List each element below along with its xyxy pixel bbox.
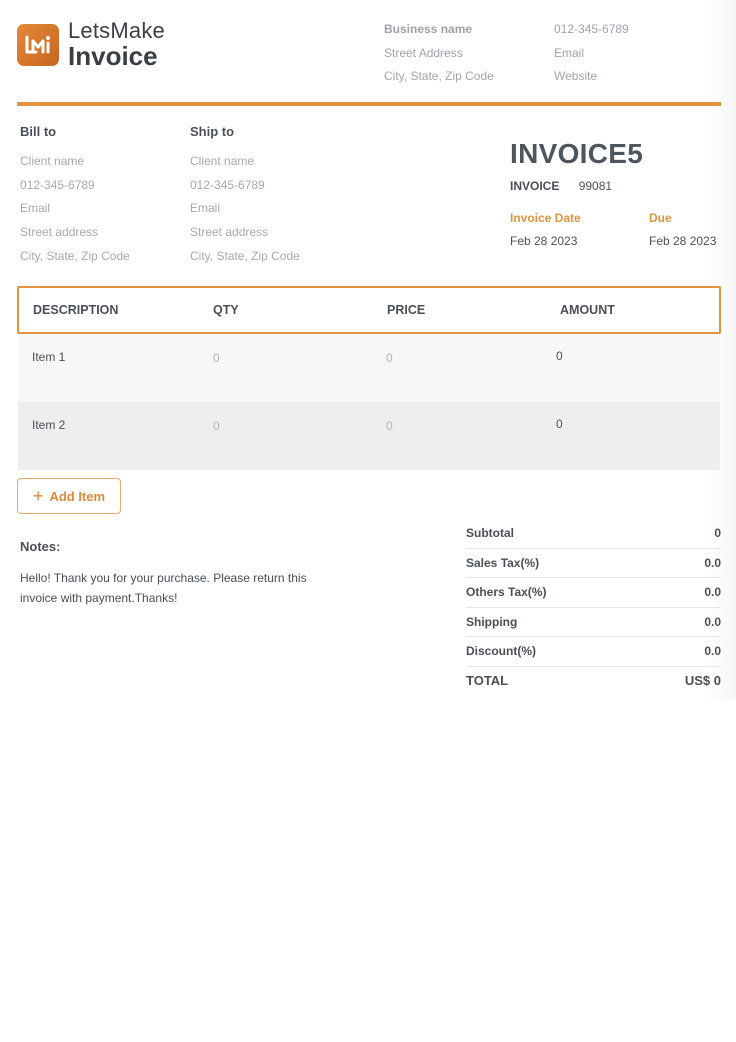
ship-to-city-field[interactable]: City, State, Zip Code	[190, 249, 300, 273]
bill-to-city-field[interactable]: City, State, Zip Code	[20, 249, 130, 273]
bill-to-section: Bill to Client name 012-345-6789 Email S…	[20, 124, 130, 272]
bill-to-email-field[interactable]: Email	[20, 201, 130, 225]
ship-to-client-field[interactable]: Client name	[190, 154, 300, 178]
bill-to-street-field[interactable]: Street address	[20, 225, 130, 249]
add-item-label: Add Item	[49, 488, 106, 504]
item-qty-field[interactable]: 0	[213, 419, 220, 433]
invoice-number-field[interactable]: 99081	[579, 179, 612, 193]
discount-label: Discount(%)	[466, 644, 536, 659]
sales-tax-label: Sales Tax(%)	[466, 555, 540, 570]
sales-tax-field[interactable]: 0.0	[704, 556, 721, 570]
ship-to-phone-field[interactable]: 012-345-6789	[190, 178, 300, 202]
subtotal-row: Subtotal 0	[466, 519, 721, 549]
header-divider	[17, 102, 721, 106]
business-address-field[interactable]: Street Address	[384, 46, 494, 70]
discount-field[interactable]: 0.0	[704, 644, 721, 658]
others-tax-field[interactable]: 0.0	[704, 585, 721, 599]
sales-tax-row: Sales Tax(%) 0.0	[466, 549, 721, 578]
item-amount-value: 0	[556, 349, 563, 363]
item-description-field[interactable]: Item 2	[32, 418, 65, 432]
business-website-field[interactable]: Website	[554, 69, 629, 93]
ship-to-email-field[interactable]: Email	[190, 201, 300, 225]
item-description-field[interactable]: Item 1	[32, 350, 65, 364]
total-value: US$ 0	[684, 673, 721, 689]
invoice-title[interactable]: INVOICE5	[510, 138, 643, 170]
due-date-label: Due	[649, 211, 672, 225]
col-price: PRICE	[387, 303, 426, 317]
business-city-field[interactable]: City, State, Zip Code	[384, 69, 494, 93]
shipping-row: Shipping 0.0	[466, 608, 721, 637]
ship-to-heading: Ship to	[190, 124, 235, 139]
total-row: TOTAL US$ 0	[466, 667, 721, 696]
col-description: DESCRIPTION	[33, 303, 119, 317]
business-email-field[interactable]: Email	[554, 46, 629, 70]
items-table-header: DESCRIPTION QTY PRICE AMOUNT	[17, 286, 721, 334]
due-date-field[interactable]: Feb 28 2023	[649, 234, 716, 248]
shipping-field[interactable]: 0.0	[704, 615, 721, 629]
business-phone-field[interactable]: 012-345-6789	[554, 22, 629, 46]
notes-heading: Notes:	[20, 539, 61, 554]
brand-name-top: LetsMake	[68, 18, 165, 43]
add-item-button[interactable]: + Add Item	[17, 478, 121, 514]
item-price-field[interactable]: 0	[386, 419, 393, 433]
shipping-label: Shipping	[466, 614, 518, 629]
ship-to-section: Ship to Client name 012-345-6789 Email S…	[190, 124, 300, 272]
table-row: Item 2 0 0 0	[18, 402, 720, 470]
business-name-field[interactable]: Business name	[384, 22, 494, 46]
brand-logo: LetsMake Invoice	[17, 20, 165, 69]
col-amount: AMOUNT	[560, 303, 615, 317]
invoice-number-row: INVOICE 99081	[510, 179, 612, 193]
brand-name-bottom: Invoice	[68, 41, 158, 71]
discount-row: Discount(%) 0.0	[466, 637, 721, 667]
others-tax-label: Others Tax(%)	[466, 585, 547, 600]
invoice-date-field[interactable]: Feb 28 2023	[510, 234, 577, 248]
item-price-field[interactable]: 0	[386, 351, 393, 365]
invoice-number-label: INVOICE	[510, 179, 560, 193]
subtotal-value: 0	[714, 526, 721, 541]
bill-to-phone-field[interactable]: 012-345-6789	[20, 178, 130, 202]
business-info-left: Business name Street Address City, State…	[384, 22, 494, 93]
plus-icon: +	[32, 486, 44, 506]
bill-to-client-field[interactable]: Client name	[20, 154, 130, 178]
business-info-right: 012-345-6789 Email Website	[554, 22, 629, 93]
invoice-date-label: Invoice Date	[510, 211, 581, 225]
table-row: Item 1 0 0 0	[18, 334, 720, 402]
item-qty-field[interactable]: 0	[213, 351, 220, 365]
notes-field[interactable]: Hello! Thank you for your purchase. Plea…	[20, 569, 320, 608]
col-qty: QTY	[213, 303, 239, 317]
subtotal-label: Subtotal	[466, 526, 514, 541]
others-tax-row: Others Tax(%) 0.0	[466, 578, 721, 608]
item-amount-value: 0	[556, 417, 563, 431]
logo-mark-icon	[17, 23, 59, 66]
total-label: TOTAL	[466, 673, 509, 689]
totals-panel: Subtotal 0 Sales Tax(%) 0.0 Others Tax(%…	[466, 519, 721, 695]
ship-to-street-field[interactable]: Street address	[190, 225, 300, 249]
bill-to-heading: Bill to	[20, 124, 57, 139]
